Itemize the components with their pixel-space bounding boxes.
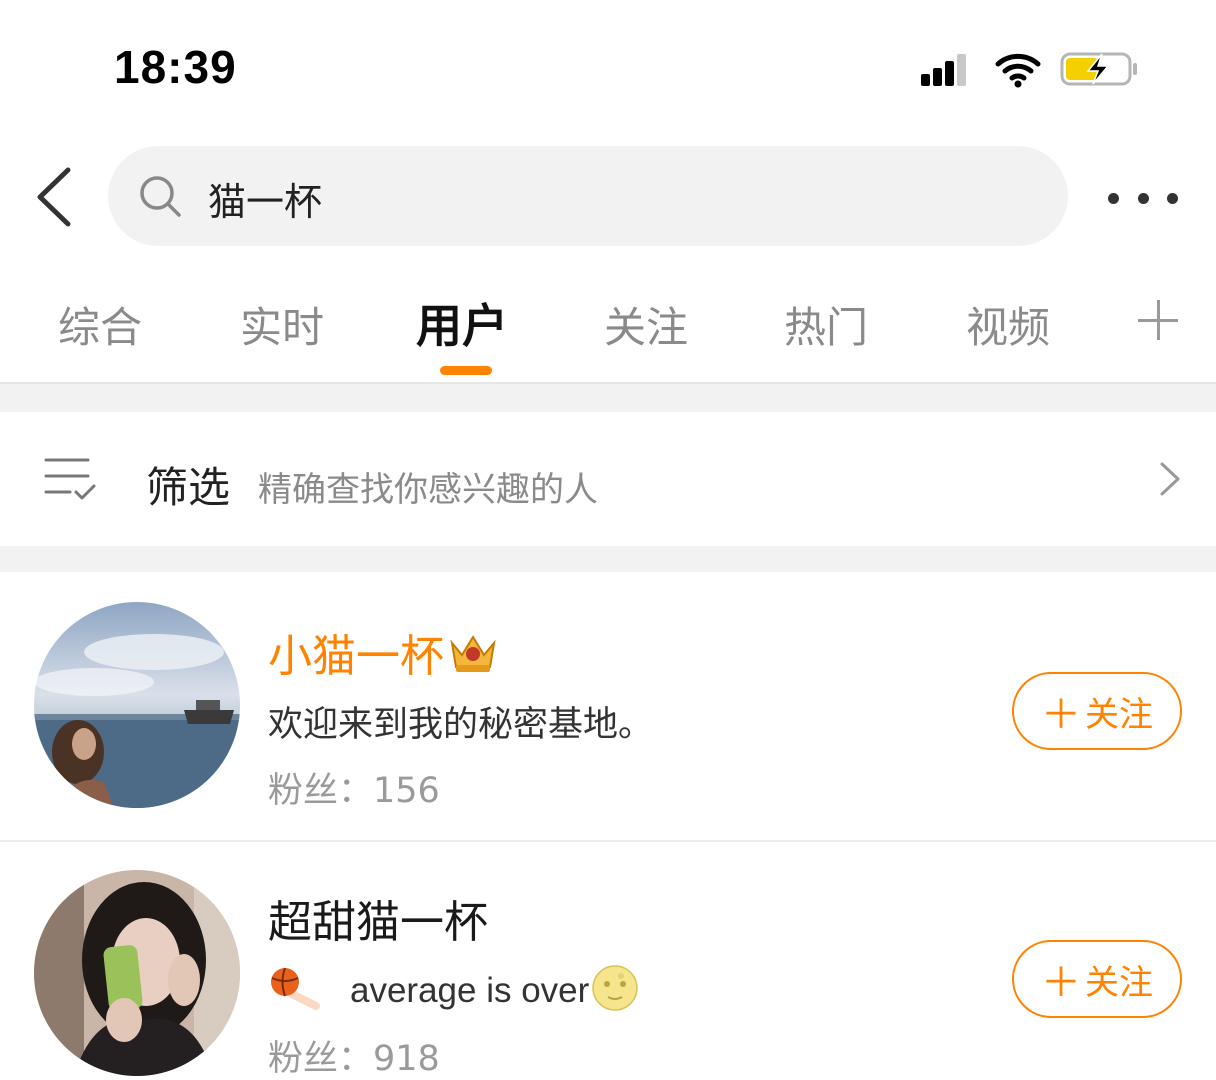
bio-text: average is over (350, 971, 590, 1010)
user-name[interactable]: 超甜猫一杯 (268, 886, 488, 950)
follow-label: 关注 (1085, 962, 1153, 1003)
fans-label: 粉丝： (268, 1039, 374, 1079)
user-fans: 粉丝：156 (268, 762, 440, 813)
filter-row[interactable]: 筛选 精确查找你感兴趣的人 (0, 412, 1216, 546)
tab-active-indicator (440, 366, 492, 375)
filter-label: 筛选 (146, 463, 231, 512)
avatar-image (34, 602, 240, 808)
plus-icon: ＋ (1041, 692, 1081, 738)
user-bio: average is over (268, 964, 639, 1012)
dot-icon (1167, 192, 1178, 204)
avatar-image (34, 870, 240, 1076)
tab-realtime[interactable]: 实时 (240, 294, 324, 355)
search-bar[interactable]: 猫一杯 (108, 146, 1068, 246)
search-input[interactable]: 猫一杯 (208, 171, 322, 226)
user-fans: 粉丝：918 (268, 1030, 440, 1080)
follow-label: 关注 (1085, 694, 1153, 735)
crown-icon (450, 635, 496, 672)
avatar[interactable] (34, 870, 240, 1076)
fans-count: 156 (373, 771, 440, 811)
search-tabs: 综合 实时 用户 关注 热门 视频 (0, 270, 1216, 382)
section-gap (0, 546, 1216, 572)
add-tab-icon[interactable] (1138, 300, 1178, 340)
filter-description: 精确查找你感兴趣的人 (258, 470, 598, 510)
follow-button[interactable]: ＋关注 (1012, 940, 1182, 1018)
user-card[interactable]: 超甜猫一杯 average is over 粉丝：918 ＋关注 (0, 842, 1216, 1080)
follow-button[interactable]: ＋关注 (1012, 672, 1182, 750)
more-options-button[interactable] (1108, 180, 1178, 216)
tab-video[interactable]: 视频 (966, 294, 1050, 355)
chevron-right-icon (1160, 462, 1180, 496)
status-bar: 18:39 (0, 0, 1216, 130)
tab-following[interactable]: 关注 (604, 294, 688, 355)
status-time: 18:39 (114, 41, 237, 93)
search-icon (140, 176, 181, 217)
dot-icon (1108, 192, 1119, 204)
signal-icon (921, 54, 967, 86)
user-name[interactable]: 小猫一杯 (268, 620, 500, 684)
user-bio: 欢迎来到我的秘密基地。 (268, 705, 654, 745)
dot-icon (1137, 192, 1149, 204)
battery-charging-icon (1060, 52, 1137, 86)
tab-comprehensive[interactable]: 综合 (58, 294, 142, 355)
avatar[interactable] (34, 602, 240, 808)
basketball-icon (271, 967, 320, 1010)
moon-face-icon (592, 965, 639, 1011)
filter-list-icon (44, 458, 96, 500)
section-gap (0, 384, 1216, 412)
user-name-text: 小猫一杯 (268, 631, 444, 682)
fans-count: 918 (373, 1039, 440, 1079)
tab-hot[interactable]: 热门 (784, 294, 868, 355)
wifi-icon (995, 53, 1041, 88)
user-card[interactable]: 小猫一杯 欢迎来到我的秘密基地。 粉丝：156 ＋关注 (0, 572, 1216, 840)
tab-users[interactable]: 用户 (416, 290, 508, 356)
back-icon[interactable] (30, 166, 78, 228)
plus-icon: ＋ (1041, 960, 1081, 1006)
fans-label: 粉丝： (268, 771, 374, 811)
